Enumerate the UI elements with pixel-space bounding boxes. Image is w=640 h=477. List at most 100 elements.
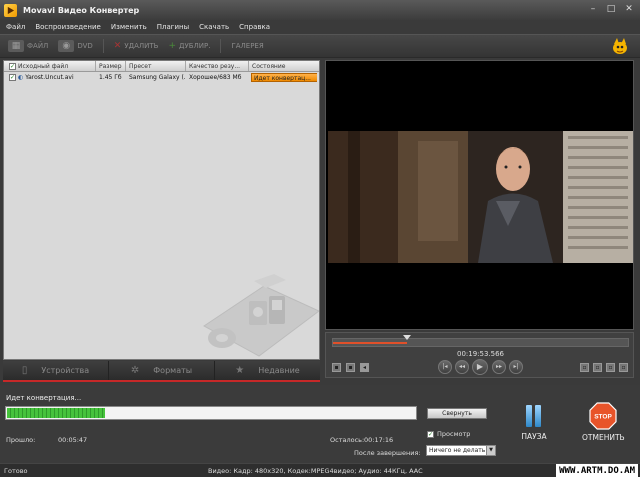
volume-icon[interactable]: ◂ bbox=[360, 363, 369, 372]
rewind-icon[interactable]: ◂◂ bbox=[455, 360, 469, 374]
gear-icon: ✲ bbox=[130, 365, 140, 376]
conversion-status-label: Идет конвертация... bbox=[6, 394, 82, 402]
menu-file[interactable]: Файл bbox=[6, 23, 25, 31]
crop-icon[interactable]: ▫ bbox=[580, 363, 589, 372]
tab-formats[interactable]: ✲ Форматы bbox=[109, 361, 215, 380]
conversion-progress-bar bbox=[5, 406, 417, 420]
remaining-label: Осталось: bbox=[330, 436, 365, 444]
select-all-checkbox[interactable]: ✓ bbox=[9, 63, 16, 70]
row-status-badge: Идет конвертац... bbox=[251, 73, 317, 82]
category-tabs: ▯ Устройства ✲ Форматы ★ Недавние bbox=[3, 361, 320, 382]
fullscreen-icon[interactable]: ▫ bbox=[619, 363, 628, 372]
timeline-scrubber[interactable] bbox=[332, 335, 629, 347]
conversion-progress-fill bbox=[7, 408, 106, 418]
cancel-label: ОТМЕНИТЬ bbox=[582, 433, 625, 442]
row-size: 1.45 Гб bbox=[99, 74, 122, 81]
status-text: Готово bbox=[4, 467, 28, 475]
window-title: Movavi Видео Конвертер bbox=[23, 5, 140, 15]
edit-icon[interactable]: ▫ bbox=[593, 363, 602, 372]
watermark: WWW.ARTM.DO.AM bbox=[556, 464, 638, 477]
column-size[interactable]: Размер bbox=[96, 61, 126, 71]
add-file-label: ФАЙЛ bbox=[27, 42, 49, 50]
delete-label: УДАЛИТЬ bbox=[124, 42, 159, 50]
repeat-icon[interactable]: ▪ bbox=[346, 363, 355, 372]
gallery-label: ГАЛЕРЕЯ bbox=[231, 42, 264, 50]
disc-icon: ◉ bbox=[58, 40, 75, 52]
status-bar: Готово Видео: Кадр: 480x320, Кодек:MPEG4… bbox=[0, 463, 640, 477]
conversion-panel: Идет конвертация... Свернуть Прошло: 00:… bbox=[0, 385, 640, 463]
chevron-down-icon: ▼ bbox=[486, 446, 495, 455]
phone-icon: ▯ bbox=[21, 365, 28, 376]
file-list: ✓ Исходный файл Размер Пресет Качество р… bbox=[3, 60, 320, 360]
devices-illustration-icon bbox=[194, 266, 319, 359]
row-preset: Samsung Galaxy (... bbox=[129, 74, 186, 81]
add-dvd-button[interactable]: ◉ DVD bbox=[58, 40, 93, 52]
duplicate-button[interactable]: + ДУБЛИР. bbox=[168, 41, 210, 51]
after-finish-label: После завершения: bbox=[354, 449, 421, 457]
column-status[interactable]: Состояние bbox=[249, 61, 319, 71]
collapse-button[interactable]: Свернуть bbox=[427, 408, 487, 419]
timecode: 00:19:53.566 bbox=[456, 350, 505, 358]
elapsed-label: Прошло: bbox=[6, 436, 36, 444]
toolbar: ▦ ФАЙЛ ◉ DVD ✕ УДАЛИТЬ + ДУБЛИР. ГАЛЕРЕЯ bbox=[0, 34, 640, 58]
menu-edit[interactable]: Изменить bbox=[111, 23, 147, 31]
after-finish-select[interactable]: Ничего не делать ▼ bbox=[426, 445, 496, 456]
audio-icon[interactable]: ▫ bbox=[606, 363, 615, 372]
pause-button[interactable]: ПАУЗА bbox=[519, 405, 549, 441]
after-finish-value: Ничего не делать bbox=[429, 447, 486, 454]
delete-button[interactable]: ✕ УДАЛИТЬ bbox=[114, 41, 159, 51]
close-icon[interactable]: ✕ bbox=[624, 4, 634, 14]
play-icon[interactable]: ▶ bbox=[472, 359, 488, 375]
menu-playback[interactable]: Воспроизведение bbox=[35, 23, 101, 31]
stop-sign-icon: STOP bbox=[589, 402, 617, 430]
column-quality[interactable]: Качество резу... bbox=[186, 61, 249, 71]
add-file-button[interactable]: ▦ ФАЙЛ bbox=[8, 40, 48, 52]
file-list-header: ✓ Исходный файл Размер Пресет Качество р… bbox=[4, 61, 319, 72]
maximize-icon[interactable]: □ bbox=[606, 4, 616, 14]
row-file-name: Yarost.Uncut.avi bbox=[25, 74, 74, 81]
video-frame-image bbox=[328, 131, 633, 263]
player-controls: 00:19:53.566 ▪ ▪ ◂ |◂ ◂◂ ▶ ▸▸ ▸| ▫ ▫ ▫ ▫ bbox=[325, 332, 634, 378]
preview-check-icon: ✓ bbox=[427, 430, 434, 438]
table-row[interactable]: ✓ ◐ Yarost.Uncut.avi 1.45 Гб Samsung Gal… bbox=[4, 72, 319, 83]
elapsed-value: 00:05:47 bbox=[58, 436, 88, 444]
tab-devices[interactable]: ▯ Устройства bbox=[3, 361, 109, 380]
video-preview[interactable] bbox=[325, 60, 634, 330]
snapshot-icon[interactable]: ▪ bbox=[332, 363, 341, 372]
app-logo-icon bbox=[4, 3, 17, 17]
remaining-value: 00:17:16 bbox=[364, 436, 394, 444]
menu-bar: Файл Воспроизведение Изменить Плагины Ск… bbox=[0, 20, 640, 34]
tab-recent-label: Недавние bbox=[258, 366, 300, 375]
tab-recent[interactable]: ★ Недавние bbox=[215, 361, 320, 380]
minimize-icon[interactable]: – bbox=[588, 4, 598, 14]
pause-label: ПАУЗА bbox=[521, 432, 547, 441]
timeline-handle[interactable] bbox=[403, 335, 412, 340]
column-source-label: Исходный файл bbox=[18, 63, 69, 70]
cancel-button[interactable]: STOP ОТМЕНИТЬ bbox=[582, 402, 625, 442]
plus-icon: + bbox=[168, 41, 176, 51]
film-icon: ▦ bbox=[8, 40, 24, 52]
toolbar-divider bbox=[220, 39, 222, 53]
tab-formats-label: Форматы bbox=[153, 366, 193, 375]
preview-checkbox[interactable]: ✓ Просмотр bbox=[427, 430, 470, 438]
delete-icon: ✕ bbox=[113, 41, 122, 51]
fast-forward-icon[interactable]: ▸▸ bbox=[492, 360, 506, 374]
column-preset[interactable]: Пресет bbox=[126, 61, 186, 71]
media-info-text: Видео: Кадр: 480x320, Кодек:MPEG4видео; … bbox=[208, 467, 423, 475]
menu-download[interactable]: Скачать bbox=[199, 23, 229, 31]
add-dvd-label: DVD bbox=[77, 42, 93, 50]
svg-text:STOP: STOP bbox=[594, 414, 612, 421]
duplicate-label: ДУБЛИР. bbox=[178, 42, 211, 50]
tab-devices-label: Устройства bbox=[41, 366, 90, 375]
file-type-icon: ◐ bbox=[18, 74, 24, 81]
mascot-logo-icon bbox=[610, 37, 630, 55]
menu-help[interactable]: Справка bbox=[239, 23, 270, 31]
timeline-progress bbox=[333, 342, 408, 344]
toolbar-divider bbox=[102, 39, 104, 53]
row-checkbox[interactable]: ✓ bbox=[9, 74, 16, 81]
skip-start-icon[interactable]: |◂ bbox=[438, 360, 452, 374]
column-source[interactable]: ✓ Исходный файл bbox=[4, 61, 96, 71]
skip-end-icon[interactable]: ▸| bbox=[509, 360, 523, 374]
menu-plugins[interactable]: Плагины bbox=[157, 23, 189, 31]
gallery-button[interactable]: ГАЛЕРЕЯ bbox=[231, 42, 263, 50]
